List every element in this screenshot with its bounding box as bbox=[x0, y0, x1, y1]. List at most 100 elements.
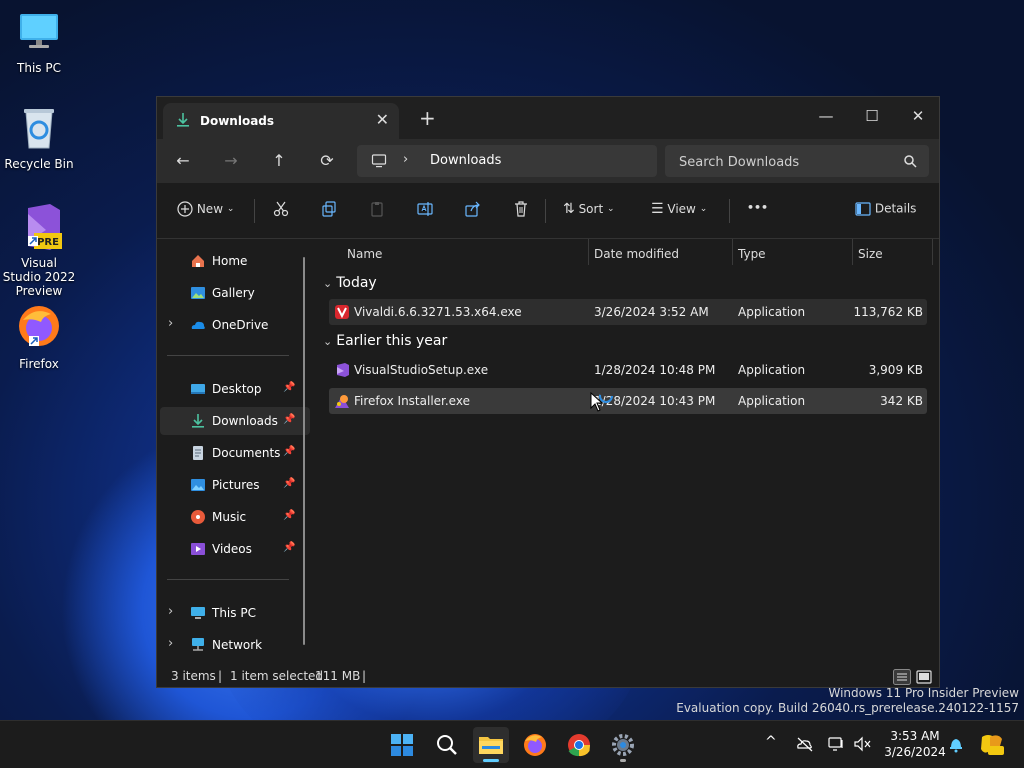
file-name: VisualStudioSetup.exe bbox=[354, 363, 489, 377]
close-tab-icon[interactable]: ✕ bbox=[376, 110, 389, 129]
firefox-icon bbox=[335, 395, 349, 408]
visual-studio-preview-icon: PRE bbox=[28, 204, 62, 250]
sort-button[interactable]: ⇅ Sort ⌄ bbox=[563, 201, 615, 217]
start-button[interactable] bbox=[384, 727, 420, 763]
search-taskbar-button[interactable] bbox=[429, 727, 465, 763]
new-label: New bbox=[196, 202, 224, 216]
column-header-name[interactable]: Name bbox=[347, 247, 382, 261]
details-pane-button[interactable]: Details bbox=[855, 201, 916, 216]
file-row[interactable]: Firefox Installer.exe 1/28/2024 10:43 PM… bbox=[329, 388, 927, 414]
chevron-down-icon: ⌄ bbox=[607, 204, 615, 214]
chrome-taskbar-button[interactable] bbox=[561, 727, 597, 763]
sidebar-item-pictures[interactable]: Pictures 📌 bbox=[160, 471, 310, 499]
file-row[interactable]: Vivaldi.6.6.3271.53.x64.exe 3/26/2024 3:… bbox=[329, 299, 927, 325]
chrome-icon bbox=[568, 734, 590, 757]
status-separator: | bbox=[362, 669, 367, 683]
search-input[interactable] bbox=[665, 145, 911, 179]
more-options-button[interactable]: ••• bbox=[747, 201, 768, 214]
selection-count: 1 item selected bbox=[230, 669, 324, 683]
pin-icon: 📌 bbox=[283, 542, 296, 553]
show-hidden-icons-button[interactable]: ^ bbox=[765, 734, 777, 750]
column-header-type[interactable]: Type bbox=[738, 247, 766, 261]
new-button[interactable]: New ⌄ bbox=[177, 201, 234, 217]
clock[interactable]: 3:53 AM 3/26/2024 bbox=[880, 728, 950, 760]
column-divider[interactable] bbox=[732, 239, 733, 265]
sidebar-item-label: Music bbox=[212, 510, 247, 524]
sidebar-item-downloads[interactable]: Downloads 📌 bbox=[160, 407, 310, 435]
windows-logo-icon bbox=[391, 734, 413, 756]
sidebar-item-home[interactable]: Home bbox=[160, 247, 310, 275]
column-divider[interactable] bbox=[932, 239, 933, 265]
sidebar-item-music[interactable]: Music 📌 bbox=[160, 503, 310, 531]
maximize-button[interactable]: ☐ bbox=[849, 101, 895, 131]
sidebar-item-network[interactable]: › Network bbox=[160, 631, 310, 659]
group-header-earlier-this-year[interactable]: ⌄ Earlier this year bbox=[323, 333, 447, 349]
rename-icon[interactable] bbox=[417, 201, 433, 217]
view-label: View bbox=[667, 202, 696, 216]
sidebar-item-gallery[interactable]: Gallery bbox=[160, 279, 310, 307]
forward-button[interactable]: → bbox=[221, 151, 241, 170]
desktop-icon-visual-studio[interactable]: PRE Visual Studio 2022 Preview bbox=[1, 202, 77, 298]
chevron-down-icon: ⌄ bbox=[323, 277, 333, 290]
onedrive-offline-icon[interactable] bbox=[796, 736, 814, 752]
cut-icon[interactable] bbox=[273, 201, 289, 217]
sidebar-item-onedrive[interactable]: › OneDrive bbox=[160, 311, 310, 339]
close-window-button[interactable]: ✕ bbox=[895, 101, 939, 131]
column-divider[interactable] bbox=[852, 239, 853, 265]
sidebar-scrollbar[interactable] bbox=[303, 257, 305, 645]
sidebar-item-label: Downloads bbox=[212, 414, 278, 428]
file-type: Application bbox=[738, 394, 806, 408]
breadcrumb-downloads[interactable]: Downloads bbox=[430, 153, 501, 168]
videos-icon bbox=[191, 543, 205, 555]
details-view-icon[interactable] bbox=[893, 669, 911, 685]
chevron-right-icon[interactable]: › bbox=[168, 604, 173, 619]
column-divider[interactable] bbox=[588, 239, 589, 265]
group-header-today[interactable]: ⌄ Today bbox=[323, 275, 377, 291]
notification-bell-icon[interactable] bbox=[948, 735, 964, 753]
network-display-icon[interactable] bbox=[828, 736, 846, 752]
address-bar[interactable]: › Downloads bbox=[357, 145, 657, 177]
column-header-date-modified[interactable]: Date modified bbox=[594, 247, 679, 261]
tiles-view-icon[interactable] bbox=[915, 669, 933, 685]
tab-downloads[interactable]: Downloads ✕ bbox=[163, 103, 399, 139]
delete-icon[interactable] bbox=[513, 201, 529, 217]
navigation-pane: Home Gallery › OneDrive Desktop 📌 Downlo… bbox=[157, 239, 313, 665]
volume-muted-icon[interactable] bbox=[854, 736, 872, 752]
desktop-icon-firefox[interactable]: Firefox bbox=[1, 302, 77, 371]
desktop-icon-recycle-bin[interactable]: Recycle Bin bbox=[1, 106, 77, 171]
chevron-right-icon[interactable]: › bbox=[168, 636, 173, 651]
file-type: Application bbox=[738, 363, 806, 377]
documents-icon bbox=[193, 446, 203, 460]
back-button[interactable]: ← bbox=[173, 151, 193, 170]
pictures-icon bbox=[191, 479, 205, 491]
copilot-preview-icon[interactable] bbox=[978, 731, 1006, 759]
file-explorer-taskbar-button[interactable] bbox=[473, 727, 509, 763]
new-tab-button[interactable]: + bbox=[419, 106, 436, 130]
file-size: 3,909 KB bbox=[868, 363, 923, 377]
refresh-button[interactable]: ⟳ bbox=[317, 151, 337, 170]
settings-taskbar-button[interactable] bbox=[605, 727, 641, 763]
gear-icon bbox=[612, 734, 634, 756]
group-label: Today bbox=[336, 275, 377, 291]
toolbar-divider bbox=[545, 199, 546, 223]
minimize-button[interactable]: — bbox=[803, 101, 849, 131]
sidebar-item-videos[interactable]: Videos 📌 bbox=[160, 535, 310, 563]
file-row[interactable]: VisualStudioSetup.exe 1/28/2024 10:48 PM… bbox=[329, 357, 927, 383]
up-button[interactable]: ↑ bbox=[269, 151, 289, 170]
share-icon[interactable] bbox=[465, 201, 481, 217]
visual-studio-icon bbox=[337, 363, 349, 377]
pin-icon: 📌 bbox=[283, 510, 296, 521]
sidebar-item-this-pc[interactable]: › This PC bbox=[160, 599, 310, 627]
column-header-size[interactable]: Size bbox=[858, 247, 883, 261]
chevron-right-icon[interactable]: › bbox=[168, 316, 173, 331]
sidebar-item-documents[interactable]: Documents 📌 bbox=[160, 439, 310, 467]
selection-size: 111 MB bbox=[315, 669, 361, 683]
search-icon bbox=[437, 735, 457, 755]
sidebar-item-label: This PC bbox=[212, 606, 256, 620]
sidebar-item-desktop[interactable]: Desktop 📌 bbox=[160, 375, 310, 403]
firefox-taskbar-button[interactable] bbox=[517, 727, 553, 763]
desktop-icon-this-pc[interactable]: This PC bbox=[1, 10, 77, 75]
paste-icon[interactable] bbox=[369, 201, 385, 217]
copy-icon[interactable] bbox=[321, 201, 337, 217]
view-button[interactable]: ☰ View ⌄ bbox=[651, 201, 707, 217]
